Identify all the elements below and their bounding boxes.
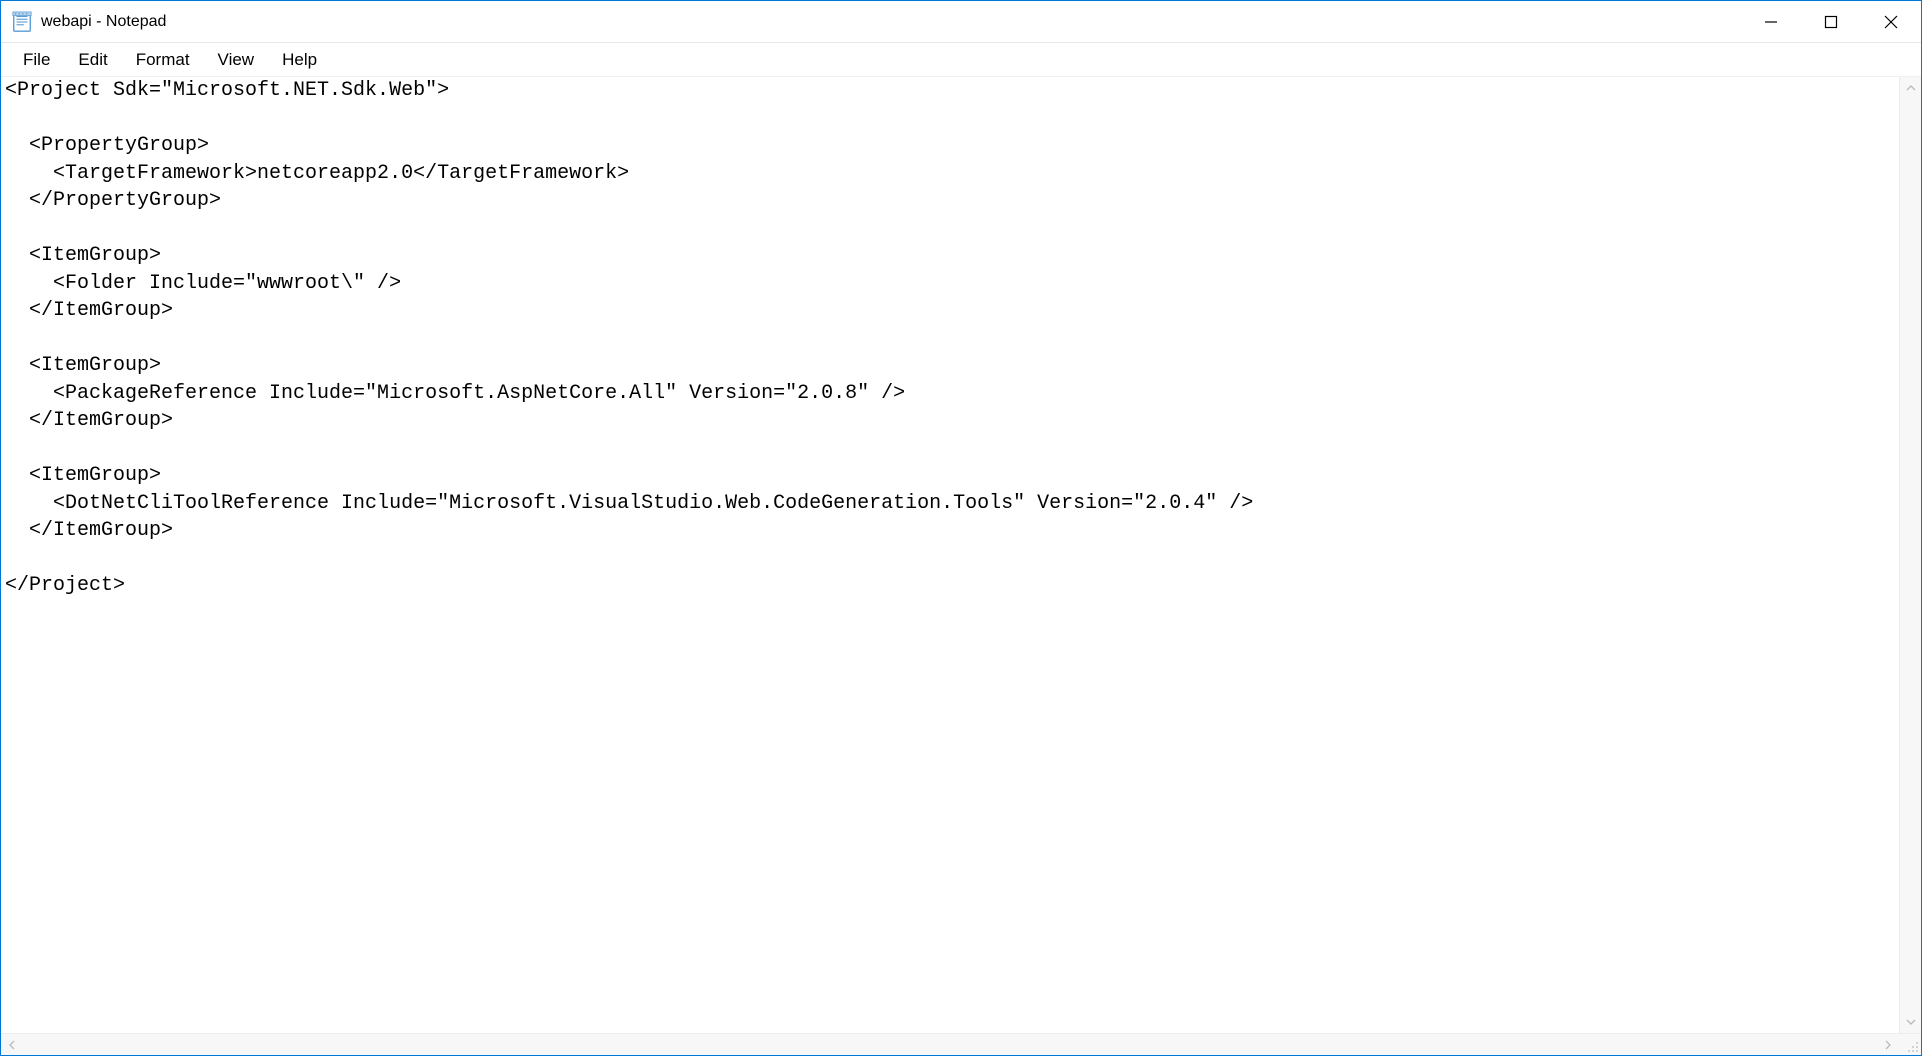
menu-file[interactable]: File	[9, 46, 64, 74]
scroll-left-icon[interactable]	[1, 1034, 23, 1056]
notepad-icon	[11, 11, 33, 33]
text-editor[interactable]: <Project Sdk="Microsoft.NET.Sdk.Web"> <P…	[1, 77, 1899, 1033]
menu-view[interactable]: View	[204, 46, 269, 74]
scroll-right-icon[interactable]	[1877, 1034, 1899, 1056]
vertical-scrollbar[interactable]	[1899, 77, 1921, 1033]
scroll-down-icon[interactable]	[1900, 1011, 1922, 1033]
menubar: File Edit Format View Help	[1, 43, 1921, 77]
menu-format[interactable]: Format	[122, 46, 204, 74]
menu-edit[interactable]: Edit	[64, 46, 121, 74]
resize-grip-icon[interactable]	[1904, 1038, 1920, 1054]
scroll-up-icon[interactable]	[1900, 77, 1922, 99]
titlebar[interactable]: webapi - Notepad	[1, 1, 1921, 43]
menu-help[interactable]: Help	[268, 46, 331, 74]
window-controls	[1741, 1, 1921, 42]
close-button[interactable]	[1861, 1, 1921, 42]
editor-area: <Project Sdk="Microsoft.NET.Sdk.Web"> <P…	[1, 77, 1921, 1033]
horizontal-scrollbar[interactable]	[1, 1033, 1921, 1055]
window-title: webapi - Notepad	[41, 13, 1741, 31]
maximize-button[interactable]	[1801, 1, 1861, 42]
minimize-button[interactable]	[1741, 1, 1801, 42]
